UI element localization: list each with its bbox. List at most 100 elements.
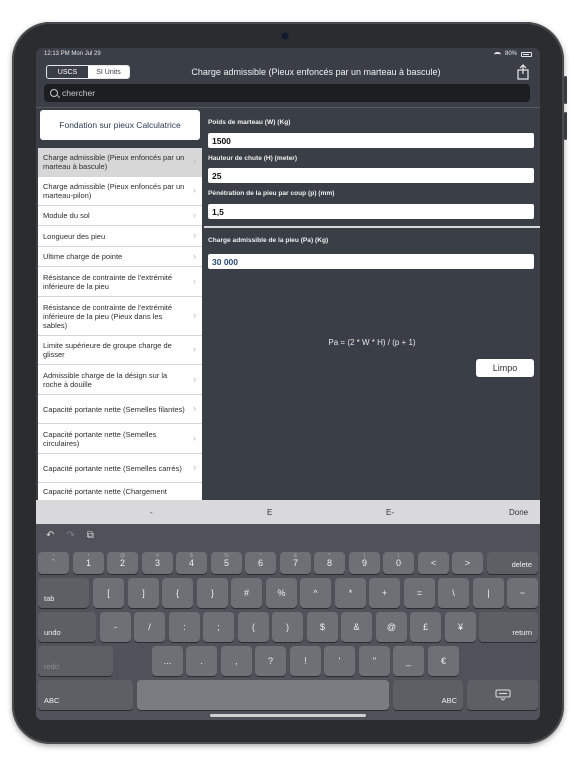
key-underscore[interactable]: _	[393, 646, 424, 676]
key-quote[interactable]: "	[359, 646, 390, 676]
segment-si-units[interactable]: SI Units	[88, 66, 129, 78]
keyboard-dismiss-key[interactable]	[467, 680, 538, 710]
key-label: "	[372, 656, 377, 666]
key-apostrophe[interactable]: '	[324, 646, 355, 676]
segment-uscs[interactable]: USCS	[47, 66, 88, 78]
key-at[interactable]: @	[376, 612, 407, 642]
key-exclamation[interactable]: !	[290, 646, 321, 676]
hammer-weight-input[interactable]: 1500	[208, 133, 534, 148]
key-percent[interactable]: %	[266, 578, 297, 608]
list-item[interactable]: Admissible charge de la désign sur la ro…	[38, 365, 202, 395]
key-equals[interactable]: =	[404, 578, 435, 608]
list-item[interactable]: Résistance de contrainte de l'extrémité …	[38, 267, 202, 297]
key-dollar[interactable]: $	[307, 612, 338, 642]
key-close-paren[interactable]: )	[272, 612, 303, 642]
key-semicolon[interactable]: ;	[203, 612, 234, 642]
key-comma[interactable]: ,	[221, 646, 252, 676]
key-label: 6	[257, 558, 263, 568]
return-key[interactable]: return	[479, 612, 538, 642]
battery-icon	[521, 51, 532, 57]
key-open-bracket[interactable]: [	[93, 578, 124, 608]
chevron-right-icon: ›	[193, 344, 196, 354]
redo-key[interactable]: redo	[38, 646, 113, 676]
list-item[interactable]: Module du sol ›	[38, 206, 202, 226]
list-item[interactable]: Capacité portante nette (Semelles filant…	[38, 395, 202, 424]
key-ampersand[interactable]: &	[341, 612, 372, 642]
key-period[interactable]: .	[186, 646, 217, 676]
key-5[interactable]: % 5	[211, 552, 242, 574]
key-less-than[interactable]: <	[418, 552, 449, 574]
key-question[interactable]: ?	[255, 646, 286, 676]
key-asterisk[interactable]: *	[335, 578, 366, 608]
paste-icon[interactable]: ⧉	[87, 530, 94, 541]
list-item[interactable]: Limite supérieure de groupe charge de gl…	[38, 336, 202, 365]
key-close-brace[interactable]: }	[197, 578, 228, 608]
key-backslash[interactable]: \	[438, 578, 469, 608]
exponent-button[interactable]: E	[267, 508, 272, 517]
unit-segmented-control[interactable]: USCS SI Units	[46, 65, 130, 79]
done-button[interactable]: Done	[509, 508, 528, 517]
undo-key[interactable]: undo	[38, 612, 96, 642]
list-item[interactable]: Capacité portante nette (Chargement	[38, 483, 202, 500]
search-bar[interactable]: chercher	[44, 84, 530, 102]
key-4[interactable]: $4	[176, 552, 207, 574]
key-label: ;	[217, 622, 220, 632]
key-colon[interactable]: :	[169, 612, 200, 642]
key-8[interactable]: * 8	[314, 552, 345, 574]
penetration-input[interactable]: 1,5	[208, 204, 534, 219]
keyboard-dismiss-icon	[495, 689, 510, 701]
tab-key[interactable]: tab	[38, 578, 89, 608]
key-open-brace[interactable]: {	[162, 578, 193, 608]
key-minus[interactable]: -	[100, 612, 131, 642]
key-6[interactable]: ^ 6	[245, 552, 276, 574]
key-open-paren[interactable]: (	[238, 612, 269, 642]
list-item[interactable]: Capacité portante nette (Semelles circul…	[38, 424, 202, 454]
key-9[interactable]: (9	[349, 552, 380, 574]
key-slash[interactable]: /	[134, 612, 165, 642]
calculator-title-button[interactable]: Fondation sur pieux Calculatrice	[40, 110, 200, 140]
key-ellipsis[interactable]: ...	[152, 646, 183, 676]
list-item[interactable]: Ultime charge de pointe ›	[38, 247, 202, 267]
key-3[interactable]: #3	[142, 552, 173, 574]
key-tilde[interactable]: ~	[507, 578, 538, 608]
key-pound[interactable]: £	[410, 612, 441, 642]
key-caret[interactable]: ^	[300, 578, 331, 608]
negative-exponent-button[interactable]: E-	[386, 508, 394, 517]
minus-button[interactable]: -	[150, 508, 153, 517]
keyboard-shortcut-bar: ↶ ↷ ⧉	[46, 530, 94, 541]
key-label: !	[304, 656, 307, 666]
share-icon[interactable]	[516, 64, 530, 80]
undo-icon[interactable]: ↶	[46, 530, 54, 541]
key-label: /	[148, 622, 151, 632]
key-0[interactable]: ) 0	[383, 552, 414, 574]
key-label: @	[386, 622, 397, 632]
key-7[interactable]: & 7	[280, 552, 311, 574]
key-hash[interactable]: #	[231, 578, 262, 608]
space-key[interactable]	[137, 680, 389, 710]
abc-key-right[interactable]: ABC	[393, 680, 463, 710]
drop-height-input[interactable]: 25	[208, 168, 534, 183]
delete-key[interactable]: delete	[487, 552, 538, 574]
key-close-bracket[interactable]: ]	[128, 578, 159, 608]
key-plus[interactable]: +	[369, 578, 400, 608]
key-backtick[interactable]: ~ `	[38, 552, 69, 574]
abc-key-left[interactable]: ABC	[38, 680, 133, 710]
key-greater-than[interactable]: >	[452, 552, 483, 574]
redo-icon[interactable]: ↷	[66, 530, 74, 541]
list-item[interactable]: Résistance de contrainte de l'extrémité …	[38, 297, 202, 336]
key-pipe[interactable]: |	[473, 578, 504, 608]
key-euro[interactable]: €	[428, 646, 459, 676]
list-item-label: Charge admissible (Pieux enfoncés par un…	[43, 182, 185, 200]
key-hint: #	[156, 553, 159, 559]
list-item[interactable]: Longueur des pieu ›	[38, 226, 202, 247]
key-yen[interactable]: ¥	[445, 612, 476, 642]
list-item[interactable]: Charge admissible (Pieux enfoncés par un…	[38, 148, 202, 177]
key-hint: )	[397, 553, 400, 559]
search-input[interactable]: chercher	[62, 88, 95, 98]
list-item[interactable]: Charge admissible (Pieux enfoncés par un…	[38, 177, 202, 206]
clear-button[interactable]: Limpo	[476, 359, 534, 377]
key-2[interactable]: @2	[107, 552, 138, 574]
key-1[interactable]: ! 1	[73, 552, 104, 574]
return-key-label: return	[512, 628, 532, 637]
list-item[interactable]: Capacité portante nette (Semelles carrés…	[38, 454, 202, 483]
